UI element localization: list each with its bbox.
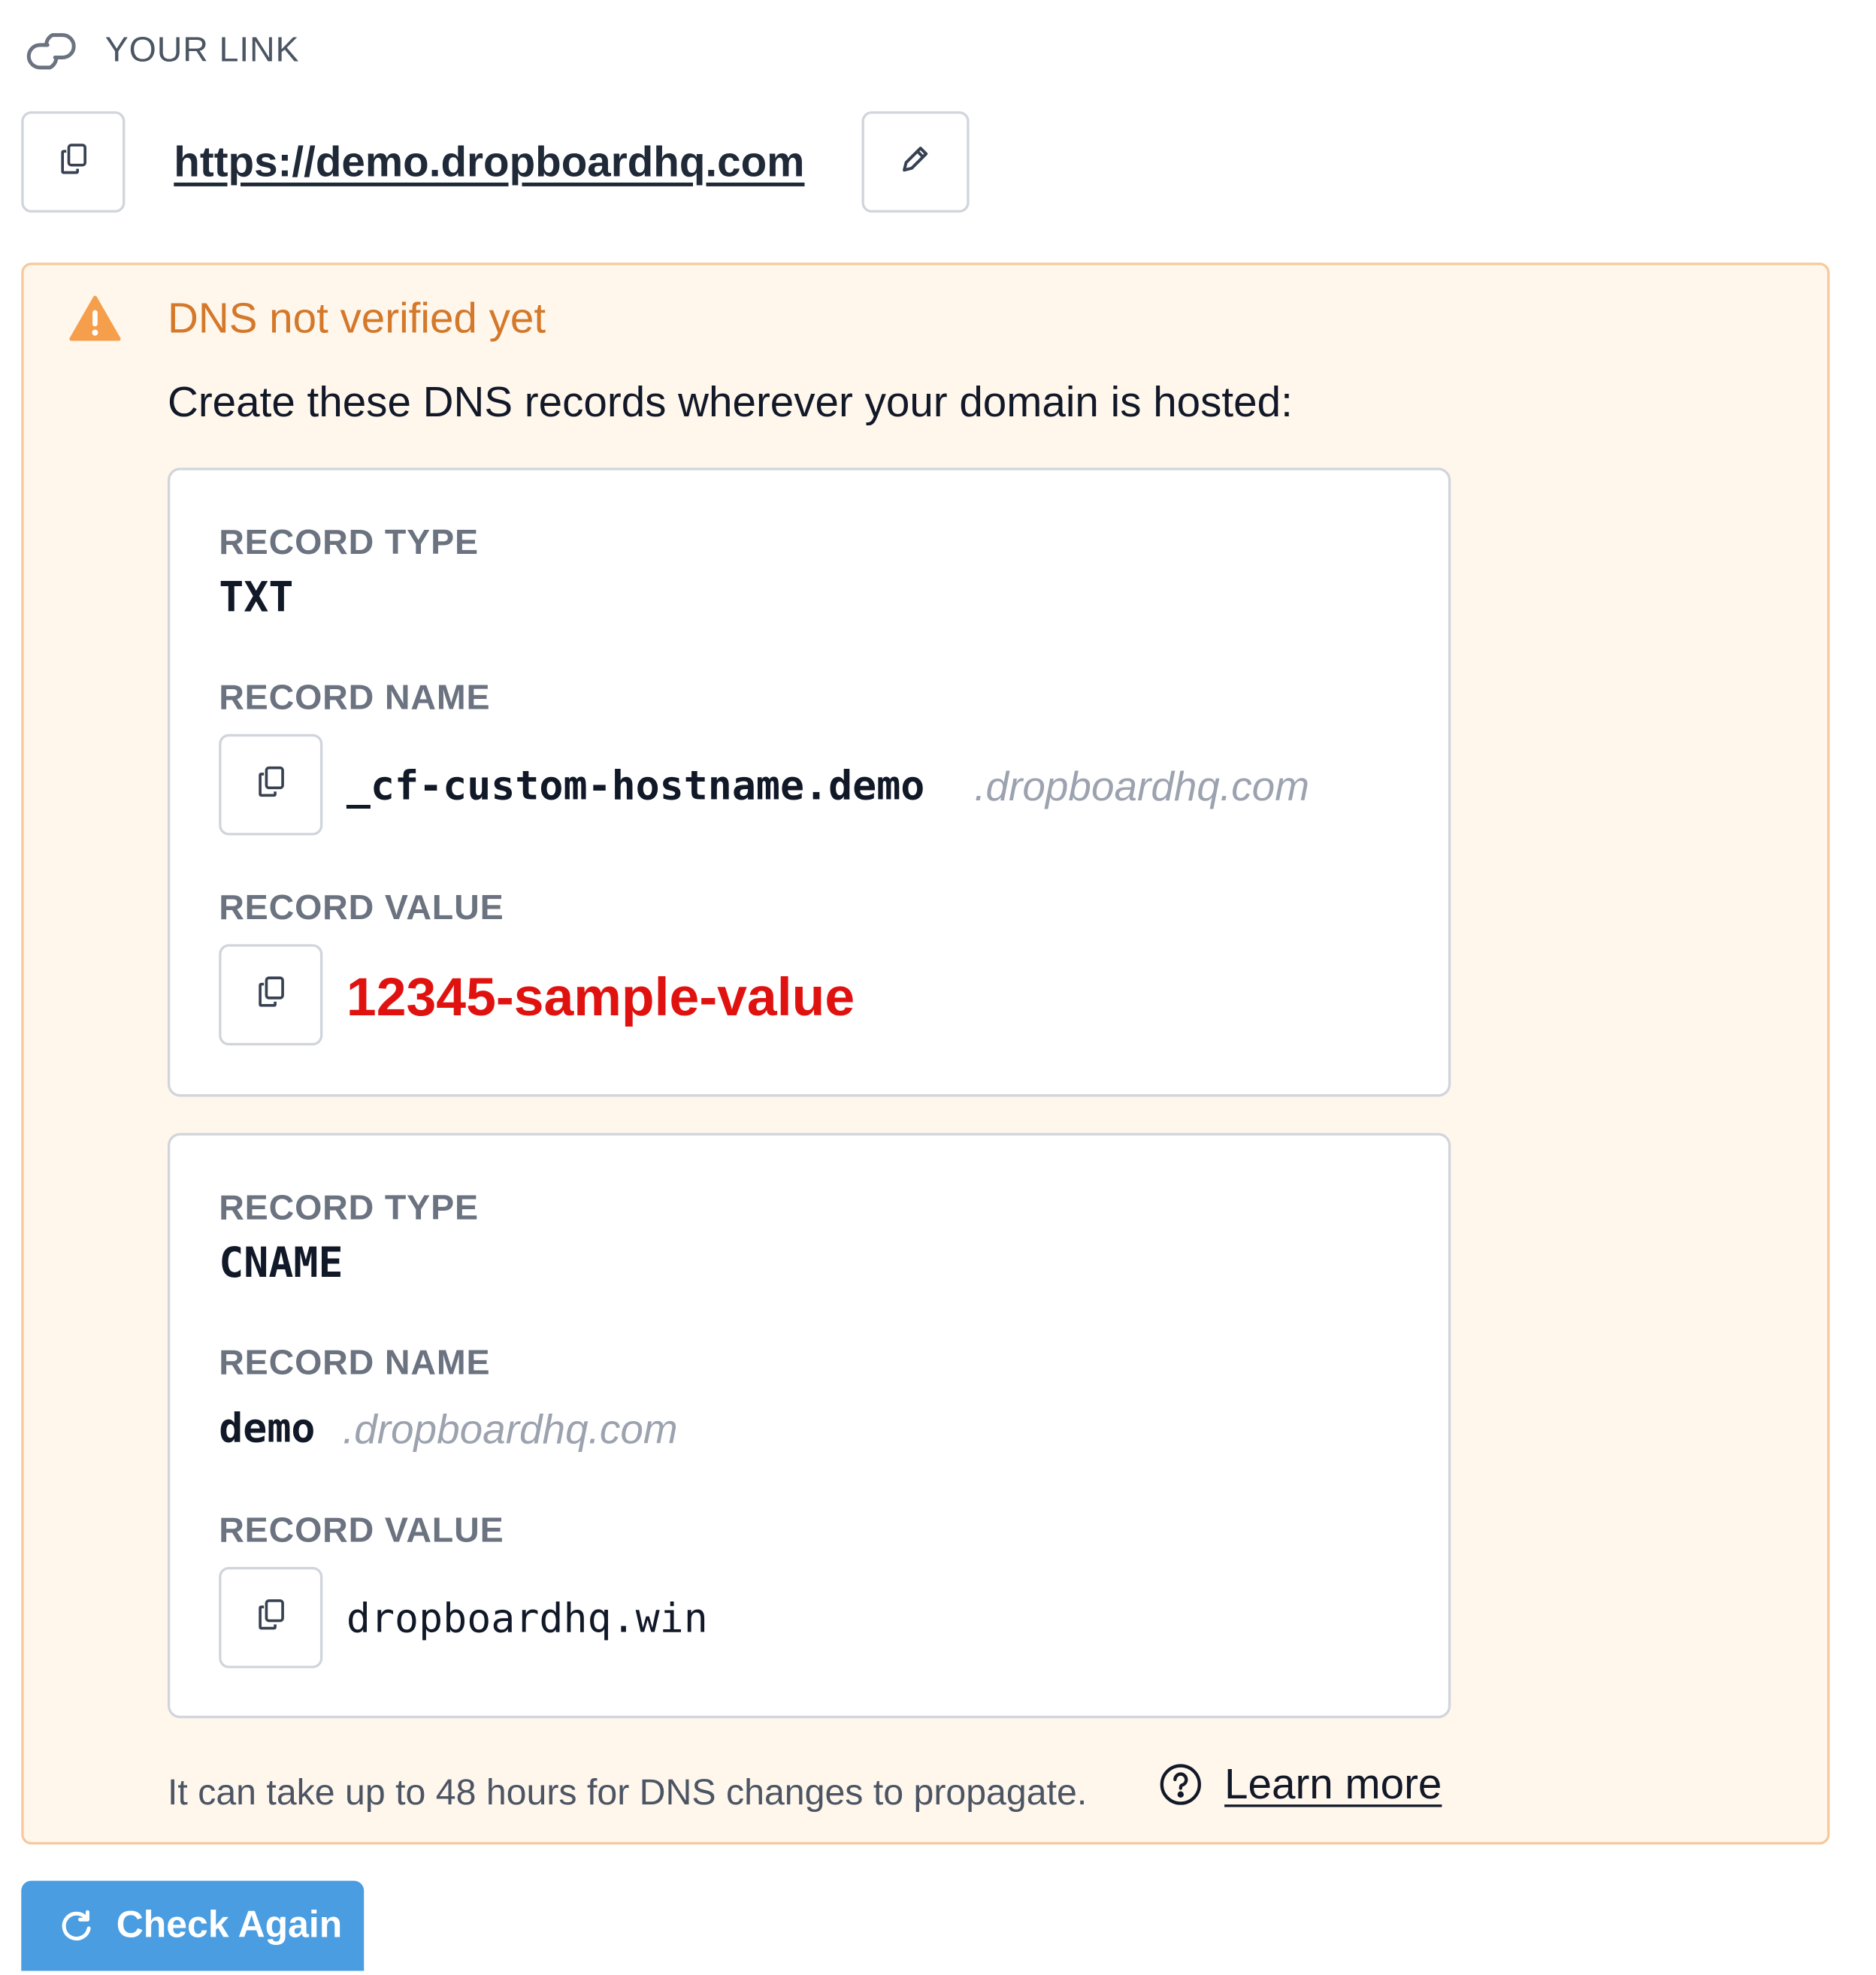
record-name-suffix: .dropboardhq.com [974, 763, 1309, 809]
copy-icon [257, 765, 285, 804]
record-value: 12345-sample-value [346, 967, 855, 1028]
link-icon [23, 30, 80, 73]
record-type-value: CNAME [219, 1238, 343, 1287]
record-name-label: RECORD NAME [219, 677, 491, 717]
record-name-suffix: .dropboardhq.com [342, 1405, 678, 1452]
record-type-label: RECORD TYPE [219, 522, 479, 562]
copy-icon [59, 143, 87, 182]
pencil-icon [899, 143, 931, 182]
custom-domain-link[interactable]: https://demo.dropboardhq.com [174, 135, 804, 190]
copy-record-name-button[interactable] [219, 733, 323, 836]
check-again-button[interactable]: Check Again [21, 1880, 365, 1971]
warning-triangle-icon [69, 295, 122, 343]
dns-record-card-cname: RECORD TYPE CNAME RECORD NAME demo .drop… [167, 1133, 1451, 1719]
record-value-label: RECORD VALUE [219, 888, 504, 927]
check-again-label: Check Again [116, 1904, 343, 1946]
copy-url-button[interactable] [21, 111, 126, 213]
record-name-value: demo [219, 1404, 316, 1452]
record-name-label: RECORD NAME [219, 1343, 491, 1382]
edit-domain-button[interactable] [861, 111, 970, 213]
record-type-label: RECORD TYPE [219, 1187, 479, 1227]
copy-icon [257, 975, 285, 1015]
dns-record-card-txt: RECORD TYPE TXT RECORD NAME _cf-custom-h… [167, 467, 1451, 1097]
refresh-icon [59, 1908, 94, 1943]
copy-record-value-button[interactable] [219, 944, 323, 1046]
record-value-label: RECORD VALUE [219, 1511, 504, 1550]
alert-description: Create these DNS records wherever your d… [167, 379, 1293, 427]
propagation-note: It can take up to 48 hours for DNS chang… [167, 1773, 1088, 1813]
copy-record-value-button[interactable] [219, 1566, 323, 1668]
record-type-value: TXT [219, 573, 294, 622]
record-value: dropboardhq.win [346, 1594, 708, 1642]
learn-more-link[interactable]: Learn more [1224, 1759, 1442, 1811]
record-name-value: _cf-custom-hostname.demo [346, 761, 925, 809]
alert-title: DNS not verified yet [167, 295, 546, 343]
copy-icon [257, 1598, 285, 1638]
dns-setup-panel: YOUR LINK https://demo.dropboardhq.com D… [0, 0, 1876, 1971]
question-circle-icon [1158, 1762, 1203, 1807]
section-label-your-link: YOUR LINK [104, 29, 300, 69]
